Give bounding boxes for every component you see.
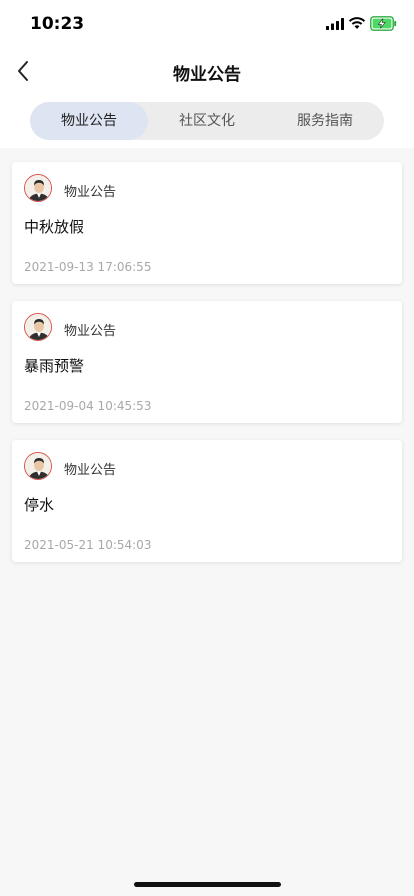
status-time: 10:23 <box>30 14 85 34</box>
notice-source: 物业公告 <box>64 463 117 478</box>
screen: 10:23 物业公告 物业公告 社区文化 服务指南 物业公告 中秋放假 2021… <box>0 0 414 896</box>
notice-title: 暴雨预警 <box>24 357 85 375</box>
avatar <box>24 174 52 202</box>
notice-time: 2021-05-21 10:54:03 <box>24 538 152 552</box>
notice-title: 停水 <box>24 496 55 514</box>
avatar-person-icon <box>25 453 51 479</box>
notice-title: 中秋放假 <box>24 218 85 236</box>
notice-time: 2021-09-04 10:45:53 <box>24 399 152 413</box>
notice-source: 物业公告 <box>64 185 117 200</box>
cellular-signal-icon <box>326 18 344 30</box>
tab-bar: 物业公告 社区文化 服务指南 <box>0 94 414 148</box>
notice-card[interactable]: 物业公告 暴雨预警 2021-09-04 10:45:53 <box>12 301 402 423</box>
page-title: 物业公告 <box>173 65 241 85</box>
avatar <box>24 452 52 480</box>
tab-property-notice[interactable]: 物业公告 <box>30 102 148 140</box>
notice-time: 2021-09-13 17:06:55 <box>24 260 152 274</box>
notice-card[interactable]: 物业公告 中秋放假 2021-09-13 17:06:55 <box>12 162 402 284</box>
avatar-person-icon <box>25 314 51 340</box>
navigation-bar: 物业公告 <box>0 48 414 94</box>
tab-community-culture[interactable]: 社区文化 <box>148 102 266 140</box>
notice-source: 物业公告 <box>64 324 117 339</box>
home-indicator[interactable] <box>134 882 281 887</box>
battery-charging-icon <box>370 16 397 31</box>
notice-card[interactable]: 物业公告 停水 2021-05-21 10:54:03 <box>12 440 402 562</box>
avatar <box>24 313 52 341</box>
tab-service-guide[interactable]: 服务指南 <box>266 102 384 140</box>
status-bar: 10:23 <box>0 0 414 48</box>
wifi-icon <box>348 17 366 29</box>
avatar-person-icon <box>25 175 51 201</box>
segmented-control: 物业公告 社区文化 服务指南 <box>30 102 384 140</box>
